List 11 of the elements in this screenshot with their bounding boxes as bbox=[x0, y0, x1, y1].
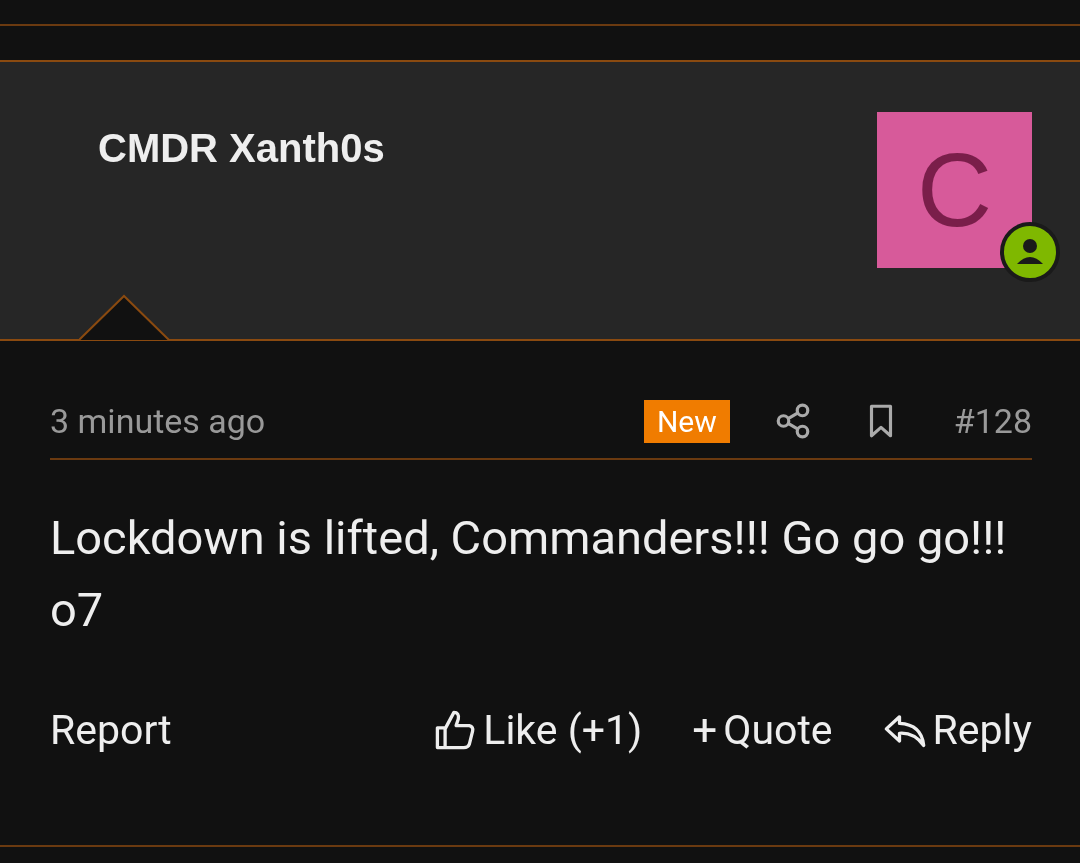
new-badge: New bbox=[643, 399, 730, 443]
like-button[interactable]: Like (+1) bbox=[433, 706, 643, 754]
author-name[interactable]: CMDR Xanth0s bbox=[98, 126, 385, 171]
post-time[interactable]: 3 minutes ago bbox=[50, 401, 644, 441]
plus-glyph: + bbox=[692, 708, 718, 752]
avatar-letter: C bbox=[916, 138, 993, 242]
post-number[interactable]: #128 bbox=[953, 401, 1032, 441]
report-link[interactable]: Report bbox=[50, 706, 172, 754]
quote-button[interactable]: +Quote bbox=[692, 706, 833, 754]
reply-button[interactable]: Reply bbox=[882, 706, 1032, 754]
post-text: Lockdown is lifted, Commanders!!! Go go go!!! o7 bbox=[50, 509, 1008, 639]
